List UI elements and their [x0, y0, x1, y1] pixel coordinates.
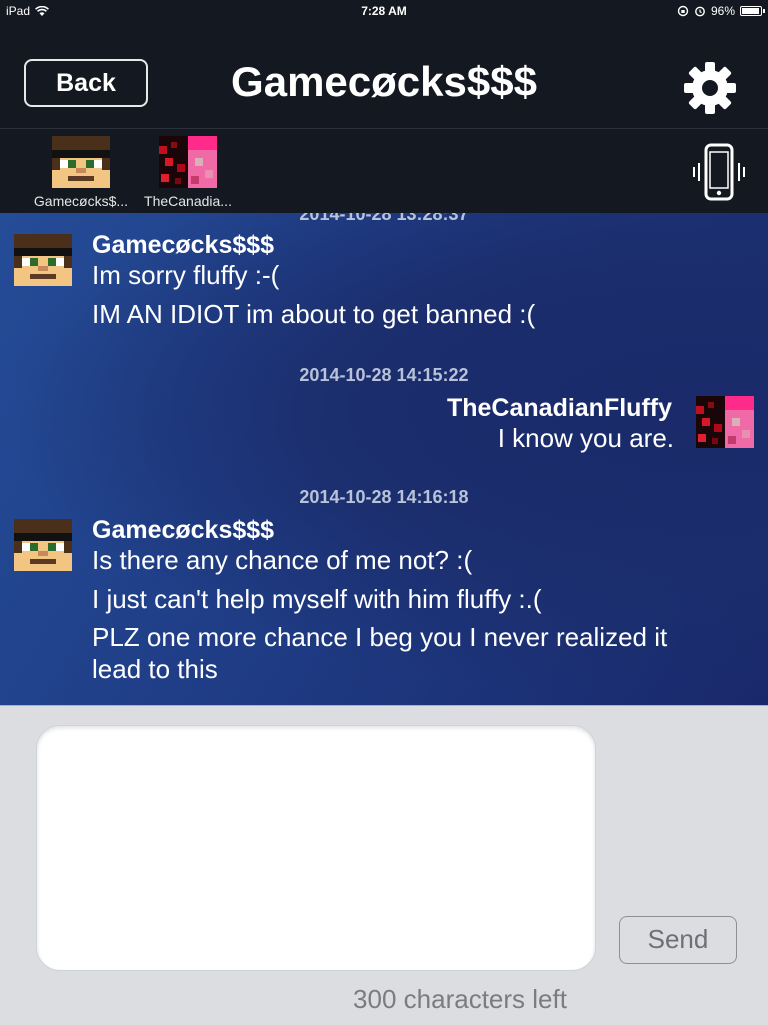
nav-bar: Back Gamecøcks$$$ [0, 22, 768, 129]
phone-vibrate-icon[interactable] [690, 143, 748, 201]
status-bar: iPad 7:28 AM 96% [0, 0, 768, 22]
participant-gamecocks[interactable]: Gamecøcks$... [26, 136, 136, 209]
message-text: I know you are. [497, 423, 674, 453]
sender-name: TheCanadianFluffy [446, 394, 672, 422]
message-text: lead to this [92, 654, 218, 684]
back-button[interactable]: Back [24, 59, 148, 107]
battery-icon [740, 6, 765, 16]
gear-icon[interactable] [682, 60, 738, 116]
message-text: IM AN IDIOT im about to get banned :( [92, 299, 536, 329]
message-timestamp: 2014-10-28 14:15:22 [299, 365, 469, 385]
message-text: I just can't help myself with him fluffy… [92, 584, 542, 614]
message-input[interactable] [36, 725, 596, 971]
message-timestamp: 2014-10-28 13:28:37 [299, 213, 469, 224]
pink-red-avatar[interactable] [696, 396, 754, 448]
chat-area[interactable]: 2014-10-28 13:28:37 Gamecøcks$$$ Im sorr… [0, 213, 768, 705]
participant-thecanadianfluffy[interactable]: TheCanadia... [133, 136, 243, 209]
steve-avatar[interactable] [14, 234, 72, 286]
orientation-lock-icon [677, 5, 689, 17]
steve-avatar [52, 136, 110, 188]
characters-left-label: 300 characters left [353, 984, 567, 1014]
message-text: Is there any chance of me not? :( [92, 545, 473, 575]
alarm-icon [695, 6, 705, 17]
pink-red-avatar [159, 136, 217, 188]
page-title: Gamecøcks$$$ [231, 58, 537, 105]
participant-label: Gamecøcks$... [33, 193, 129, 209]
sender-name: Gamecøcks$$$ [92, 231, 275, 259]
status-time: 7:28 AM [361, 4, 407, 18]
sender-name: Gamecøcks$$$ [92, 516, 275, 544]
message-timestamp: 2014-10-28 14:16:18 [299, 487, 469, 507]
participants-bar: Gamecøcks$... TheCanadia... [0, 129, 768, 213]
steve-avatar[interactable] [14, 519, 72, 571]
send-button[interactable]: Send [619, 916, 737, 964]
participant-label: TheCanadia... [144, 193, 232, 209]
battery-percent: 96% [710, 4, 735, 18]
message-text: Im sorry fluffy :-( [92, 260, 280, 290]
input-panel: Send 300 characters left [0, 705, 768, 1025]
message-text: PLZ one more chance I beg you I never re… [92, 622, 668, 652]
